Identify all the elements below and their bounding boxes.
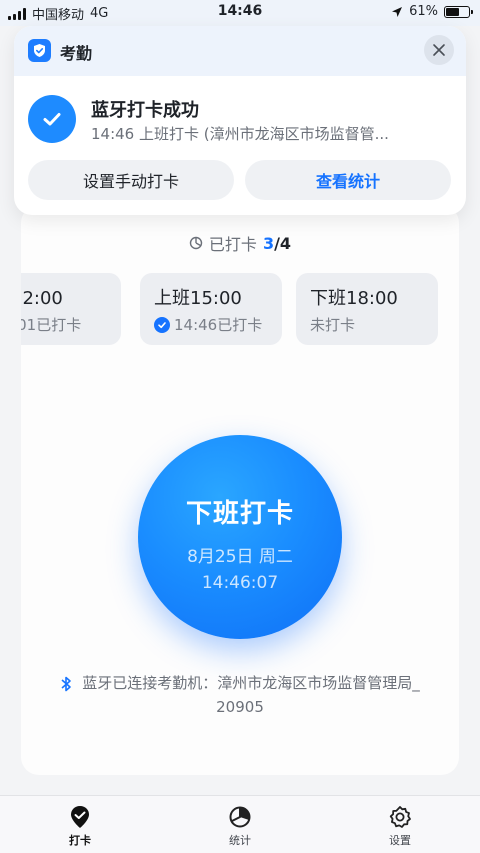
battery-icon (444, 5, 473, 18)
manual-punch-button[interactable]: 设置手动打卡 (28, 160, 234, 200)
tab-label: 设置 (389, 834, 411, 847)
battery-percent: 61% (409, 4, 438, 19)
status-bar: 中国移动 4G 14:46 61% (0, 0, 480, 26)
notification-banner[interactable]: 考勤 蓝牙打卡成功 14:46 上班打卡 (漳州市龙海区市场监督管... 设置手… (14, 26, 466, 215)
battery-fill (446, 7, 459, 16)
shift-slots: 班12:00 12:01已打卡 上班15:00 14:46已打卡 下班18:00… (21, 273, 459, 345)
punch-count-row: 已打卡 3/4 (21, 231, 459, 255)
tab-stats[interactable]: 统计 (200, 804, 280, 848)
shift-slot-status-text: 12:01已打卡 (21, 316, 82, 334)
punch-out-button[interactable]: 下班打卡 8月25日 周二 14:46:07 (138, 435, 342, 639)
notification-subtitle: 14:46 上班打卡 (漳州市龙海区市场监督管... (91, 125, 389, 143)
shift-slot-status: 14:46已打卡 (154, 314, 268, 335)
tab-label: 统计 (229, 834, 251, 847)
notification-header: 考勤 (14, 26, 466, 76)
close-icon (433, 44, 445, 56)
notification-app-name: 考勤 (60, 44, 93, 63)
tab-punch[interactable]: 打卡 (40, 804, 120, 848)
shift-slot-status: 12:01已打卡 (21, 314, 107, 335)
location-check-icon (71, 806, 89, 828)
status-right: 61% (391, 4, 473, 19)
gear-icon (389, 806, 411, 828)
punch-count-total: 4 (279, 233, 292, 253)
tab-settings[interactable]: 设置 (360, 804, 440, 848)
close-button[interactable] (424, 35, 454, 65)
shift-slot[interactable]: 班12:00 12:01已打卡 (21, 273, 121, 345)
bluetooth-status-text-cont: 20905 (216, 698, 264, 716)
punch-count-label: 已打卡 (208, 235, 257, 254)
shift-slot-status: 未打卡 (310, 314, 424, 335)
success-check-icon (28, 95, 76, 143)
shift-slot-label: 上班15:00 (154, 288, 242, 309)
shift-slot[interactable]: 上班15:00 14:46已打卡 (140, 273, 282, 345)
punch-button-time: 14:46:07 (201, 573, 279, 593)
shift-slot[interactable]: 下班18:00 未打卡 (296, 273, 438, 345)
punch-button-date: 8月25日 周二 (187, 547, 293, 567)
checkmark-icon (154, 316, 170, 333)
tab-bar: 打卡 统计 设置 (0, 795, 480, 853)
shift-slot-label: 下班18:00 (310, 288, 398, 309)
punch-count-done: 3 (262, 233, 275, 253)
view-stats-button[interactable]: 查看统计 (245, 160, 451, 200)
bluetooth-status-text: 蓝牙已连接考勤机：漳州市龙海区市场监督管理局_ (82, 674, 420, 692)
pie-chart-icon (229, 806, 251, 828)
pie-chart-icon (189, 236, 203, 250)
location-arrow-icon (392, 6, 403, 17)
tab-label: 打卡 (69, 834, 91, 847)
bluetooth-status: 蓝牙已连接考勤机：漳州市龙海区市场监督管理局_ 20905 (21, 671, 459, 719)
shift-slot-status-text: 14:46已打卡 (174, 316, 263, 334)
punch-button-title: 下班打卡 (185, 499, 294, 529)
bluetooth-icon (61, 676, 72, 691)
shift-slot-label: 班12:00 (21, 288, 63, 309)
notification-title: 蓝牙打卡成功 (91, 100, 199, 121)
attendance-app-icon (28, 39, 51, 62)
attendance-card: 已打卡 3/4 班12:00 12:01已打卡 上班15:00 14:46已打卡… (21, 205, 459, 775)
shift-slot-status-text: 未打卡 (310, 316, 356, 334)
